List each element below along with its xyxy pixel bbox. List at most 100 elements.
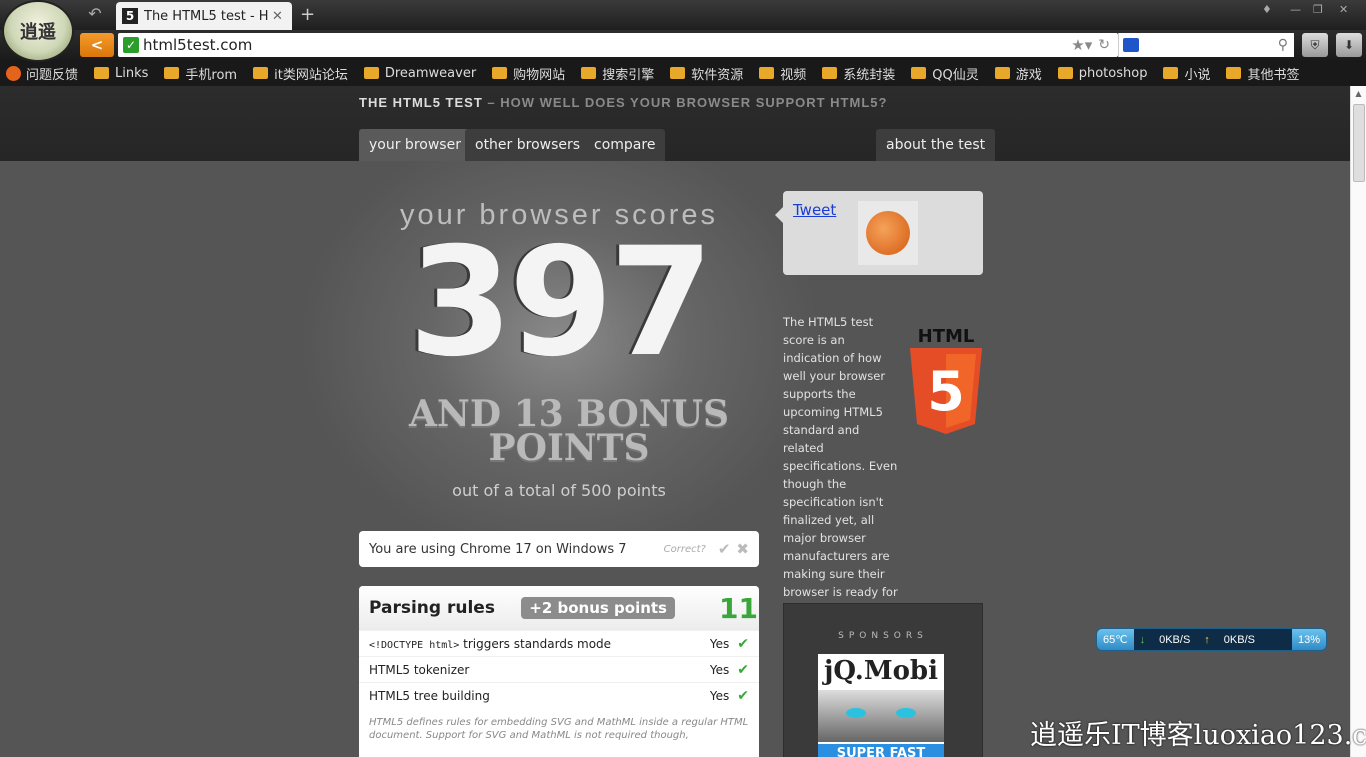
test-label: HTML5 tree building (369, 688, 490, 703)
section-score: 11 (719, 591, 758, 625)
score-value: 397 (408, 216, 713, 390)
bookmark-label: 搜索引擎 (602, 67, 655, 83)
bonus-badge: +2 bonus points (521, 597, 675, 619)
bookmark-label: 问题反馈 (26, 67, 79, 83)
upload-speed: 0KB/S (1223, 633, 1255, 646)
browser-tab[interactable]: 5 The HTML5 test - Ho ✕ (116, 2, 292, 30)
bookmark-folder[interactable]: 小说 (1163, 64, 1210, 83)
test-row: HTML5 tokenizer Yes ✔ (359, 656, 759, 682)
download-button[interactable]: ⬇ (1336, 33, 1362, 57)
folder-icon (581, 67, 597, 79)
site-title-text: THE HTML5 TEST (359, 95, 483, 110)
scroll-thumb[interactable] (1353, 104, 1365, 182)
secure-check-icon: ✓ (123, 37, 139, 53)
url-text[interactable]: html5test.com (143, 36, 1071, 54)
folder-icon (994, 67, 1010, 79)
test-label: HTML5 tokenizer (369, 662, 470, 677)
search-icon[interactable]: ⚲ (1278, 37, 1288, 53)
undo-icon[interactable]: ↶ (84, 4, 106, 24)
feedback-icon (6, 65, 21, 81)
bookmark-label: 视频 (780, 67, 807, 83)
tiger-image (818, 690, 944, 742)
sponsor-ad[interactable]: jQ.Mobi SUPER FAST (818, 654, 944, 757)
search-engine-icon[interactable] (1123, 38, 1139, 52)
confirm-check-icon[interactable]: ✔ (718, 540, 731, 558)
minimize-icon[interactable]: — (1290, 3, 1301, 16)
bookmark-star-icon[interactable]: ★▾ (1071, 36, 1092, 54)
bookmark-label: Links (115, 65, 149, 81)
cpu-usage: 13% (1297, 633, 1320, 646)
back-button[interactable]: < (80, 33, 114, 57)
test-result: Yes (709, 636, 730, 651)
bookmark-folder[interactable]: 购物网站 (492, 64, 565, 83)
bookmark-folder[interactable]: Dreamweaver (363, 65, 477, 81)
sponsors-label: SPONSORS (838, 631, 928, 641)
close-tab-icon[interactable]: ✕ (272, 9, 283, 24)
download-arrow-icon: ↓ (1139, 633, 1146, 646)
test-label-text: triggers standards mode (463, 636, 612, 651)
new-tab-icon[interactable]: + (300, 4, 315, 25)
sponsors-box: SPONSORS jQ.Mobi SUPER FAST (783, 603, 983, 757)
tweet-link[interactable]: Tweet (793, 201, 836, 219)
folder-icon (253, 67, 269, 79)
bookmark-label: photoshop (1078, 65, 1148, 81)
skin-icon[interactable]: ♦ (1262, 3, 1272, 16)
browser-logo-icon (858, 201, 918, 265)
ad-tagline: SUPER FAST (818, 744, 944, 757)
vertical-scrollbar[interactable]: ▲ (1350, 86, 1366, 757)
bookmark-folder[interactable]: 系统封装 (822, 64, 895, 83)
reload-icon[interactable]: ↻ (1098, 37, 1110, 53)
search-box[interactable]: ⚲ (1118, 33, 1294, 57)
bookmark-label: 其他书签 (1247, 67, 1300, 83)
reject-x-icon[interactable]: ✖ (736, 540, 749, 558)
folder-icon (670, 67, 686, 79)
tab-other-browsers[interactable]: other browsers (465, 129, 591, 161)
bookmarks-bar: 问题反馈 Links 手机rom it类网站论坛 Dreamweaver 购物网… (0, 60, 1366, 86)
close-window-icon[interactable]: ✕ (1339, 3, 1348, 16)
tab-compare[interactable]: compare (584, 129, 666, 161)
bookmark-folder[interactable]: 软件资源 (670, 64, 743, 83)
bookmark-label: 小说 (1184, 67, 1211, 83)
tab-your-browser[interactable]: your browser (359, 129, 471, 161)
bookmark-folder[interactable]: it类网站论坛 (253, 64, 348, 83)
upload-arrow-icon: ↑ (1204, 633, 1210, 646)
user-avatar[interactable]: 逍遥 (2, 0, 74, 62)
bookmark-label: 手机rom (185, 67, 238, 83)
bookmark-label: it类网站论坛 (274, 67, 348, 83)
bookmark-label: Dreamweaver (384, 65, 477, 81)
section-header: Parsing rules +2 bonus points 11 (359, 586, 759, 630)
folder-icon (822, 67, 838, 79)
folder-icon (759, 67, 775, 79)
system-monitor-widget[interactable]: 65℃ ↓ 0KB/S ↑ 0KB/S 13% (1096, 628, 1327, 651)
user-agent-text: You are using Chrome 17 on Windows 7 (369, 541, 627, 557)
test-row: HTML5 tree building Yes ✔ (359, 682, 759, 708)
bookmark-folder[interactable]: 搜索引擎 (581, 64, 654, 83)
bookmark-folder[interactable]: Links (94, 66, 148, 81)
scroll-up-icon[interactable]: ▲ (1351, 86, 1366, 102)
tab-title: The HTML5 test - Ho (144, 8, 268, 24)
section-title: Parsing rules (369, 598, 495, 618)
eye-icon (846, 708, 866, 718)
user-agent-box: You are using Chrome 17 on Windows 7 Cor… (359, 531, 759, 567)
folder-icon (1163, 67, 1179, 79)
tab-about-the-test[interactable]: about the test (876, 129, 996, 161)
check-icon: ✔ (737, 687, 749, 704)
folder-icon (1057, 67, 1073, 79)
test-result: Yes (709, 662, 730, 677)
bookmark-folder[interactable]: photoshop (1057, 65, 1148, 81)
bookmark-label: 软件资源 (691, 67, 744, 83)
restore-icon[interactable]: ❐ (1313, 3, 1323, 16)
address-bar[interactable]: ✓ html5test.com ★▾ ↻ (118, 33, 1118, 57)
shield-button[interactable]: ⛨ (1302, 33, 1328, 57)
folder-icon (1226, 67, 1242, 79)
network-speeds: ↓ 0KB/S ↑ 0KB/S (1133, 629, 1292, 650)
section-note: HTML5 defines rules for embedding SVG an… (369, 717, 749, 741)
bookmark-folder[interactable]: 其他书签 (1226, 64, 1299, 83)
bookmark-folder[interactable]: 游戏 (994, 64, 1042, 83)
bookmark-feedback[interactable]: 问题反馈 (6, 64, 78, 83)
bookmark-folder[interactable]: 手机rom (164, 64, 237, 83)
folder-icon (363, 67, 379, 79)
ad-brand: jQ.Mobi (824, 656, 938, 686)
bookmark-folder[interactable]: QQ仙灵 (911, 64, 979, 83)
bookmark-folder[interactable]: 视频 (759, 64, 806, 83)
